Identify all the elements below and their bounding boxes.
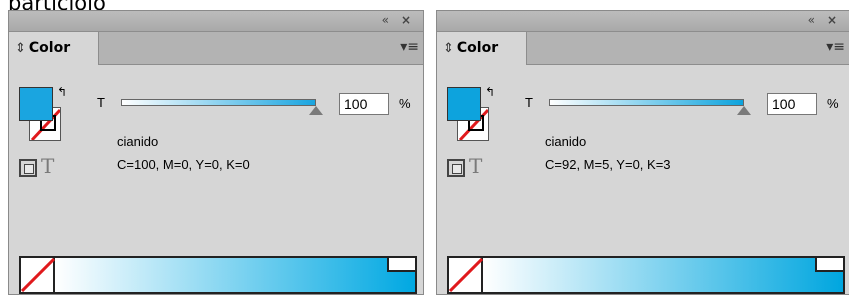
format-text-icon[interactable]: T [41,154,54,178]
tint-unit: % [399,96,411,111]
format-container-icon[interactable] [447,159,465,177]
fill-stroke-swatches: ↰ [447,85,497,142]
swap-fill-stroke-icon[interactable]: ↰ [57,85,67,99]
ramp-none-swatch[interactable] [21,258,55,292]
ramp-white-swatch[interactable] [387,258,415,272]
color-panel-left: « × ⇕ Color ▾≡ ↰ T T 100 % cianido C=100,… [8,10,424,295]
tab-row: ⇕ Color ▾≡ [437,32,849,65]
collapse-icon[interactable]: « [808,13,815,27]
cmyk-values: C=100, M=0, Y=0, K=0 [117,157,250,172]
tint-label: T [525,95,533,110]
none-slash-icon [449,258,483,292]
format-text-icon[interactable]: T [469,154,482,178]
color-panel-right: « × ⇕ Color ▾≡ ↰ T T 100 % cianido C=92, … [436,10,849,295]
close-icon[interactable]: × [827,13,837,27]
fill-swatch[interactable] [447,87,481,121]
tint-label: T [97,95,105,110]
ramp-white-swatch[interactable] [815,258,843,272]
tint-input[interactable]: 100 [339,93,389,115]
swap-fill-stroke-icon[interactable]: ↰ [485,85,495,99]
tab-color[interactable]: ⇕ Color [437,32,527,65]
tab-label: Color [456,40,499,56]
tab-row: ⇕ Color ▾≡ [9,32,423,65]
panel-titlebar[interactable]: « × [437,11,849,32]
tab-color[interactable]: ⇕ Color [9,32,99,65]
format-container-icon[interactable] [19,159,37,177]
color-ramp[interactable] [447,256,845,294]
collapse-icon[interactable]: « [382,13,389,27]
expand-collapse-icon[interactable]: ⇕ [15,41,26,56]
cmyk-values: C=92, M=5, Y=0, K=3 [545,157,671,172]
ramp-gradient[interactable] [483,258,843,292]
tint-slider-thumb[interactable] [737,106,751,115]
tint-slider-track[interactable] [549,99,744,106]
tab-label: Color [28,40,71,56]
tint-slider-thumb[interactable] [309,106,323,115]
ramp-gradient[interactable] [55,258,415,292]
panel-menu-icon[interactable]: ▾≡ [400,39,419,55]
tint-unit: % [827,96,839,111]
expand-collapse-icon[interactable]: ⇕ [443,41,454,56]
panel-titlebar[interactable]: « × [9,11,423,32]
tint-input[interactable]: 100 [767,93,817,115]
fill-stroke-swatches: ↰ [19,85,69,142]
ramp-none-swatch[interactable] [449,258,483,292]
swatch-name: cianido [117,134,159,149]
fill-swatch[interactable] [19,87,53,121]
swatch-name: cianido [545,134,587,149]
close-icon[interactable]: × [401,13,411,27]
tint-slider-track[interactable] [121,99,316,106]
color-ramp[interactable] [19,256,417,294]
panel-menu-icon[interactable]: ▾≡ [826,39,845,55]
none-slash-icon [21,258,55,292]
